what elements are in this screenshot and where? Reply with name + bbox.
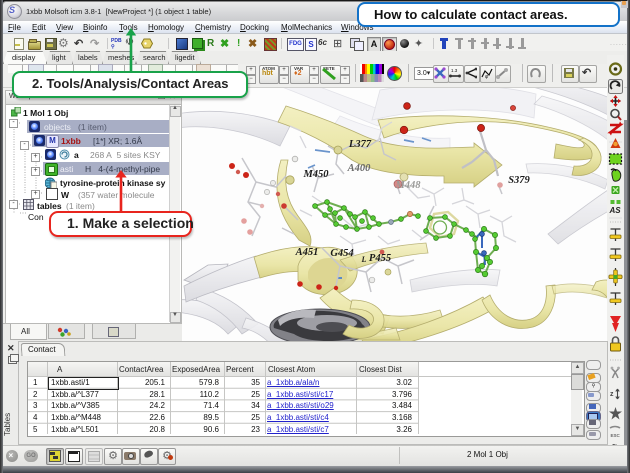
svg-text:A400: A400	[347, 163, 372, 174]
svg-text:ESC: ESC	[611, 433, 621, 438]
svg-text:A451: A451	[295, 247, 319, 258]
svg-text:AS: AS	[609, 206, 622, 215]
svg-text:G454: G454	[330, 248, 353, 259]
svg-text:1.3: 1.3	[451, 68, 458, 73]
svg-text:L377: L377	[348, 139, 372, 150]
svg-text:z: z	[610, 391, 614, 398]
svg-text:M448: M448	[394, 180, 421, 191]
svg-text:L: L	[361, 255, 367, 264]
svg-text:S379: S379	[508, 175, 530, 186]
svg-text:P455: P455	[369, 253, 391, 264]
svg-text:M450: M450	[302, 169, 329, 180]
